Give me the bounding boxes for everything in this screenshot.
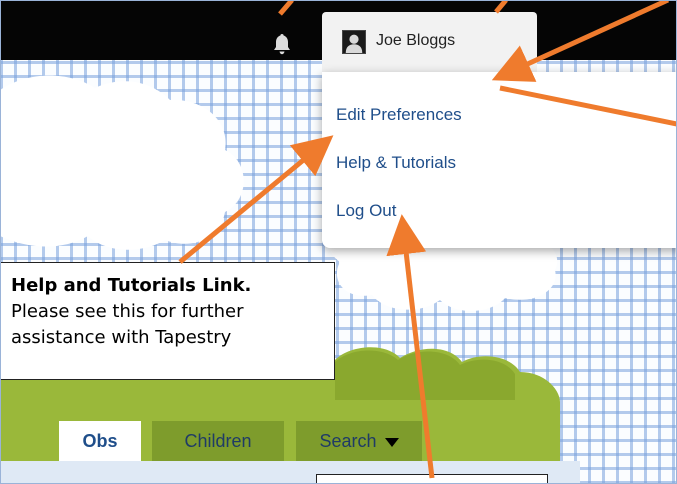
green-bush-dark — [335, 350, 515, 400]
tab-search-label: Search — [319, 431, 377, 451]
tab-search[interactable]: Search — [296, 421, 422, 461]
help-tutorials-link[interactable]: Help & Tutorials — [336, 152, 456, 174]
screenshot-stage: Joe Bloggs Edit Preferences Help & Tutor… — [0, 0, 677, 484]
help-callout-box: Help and Tutorials Link. Please see this… — [0, 262, 335, 380]
arrow-to-help-link — [178, 135, 334, 264]
callout-body-line-1: Please see this for further — [11, 301, 244, 322]
user-name[interactable]: Joe Bloggs — [376, 30, 455, 52]
edit-preferences-link[interactable]: Edit Preferences — [336, 104, 462, 126]
log-out-link[interactable]: Log Out — [336, 200, 397, 222]
callout-title: Help and Tutorials Link. — [11, 275, 252, 296]
tab-obs[interactable]: Obs — [59, 421, 141, 461]
tab-children[interactable]: Children — [152, 421, 284, 461]
bell-icon[interactable] — [273, 33, 291, 55]
caret-down-icon — [384, 437, 399, 447]
tab-obs-label: Obs — [82, 431, 118, 451]
user-dropdown-menu: Edit Preferences Help & Tutorials Log Ou… — [322, 72, 677, 248]
callout-body-line-2: assistance with Tapestry — [11, 327, 232, 348]
cloud-left — [0, 75, 244, 250]
log-out-callout-box — [316, 474, 548, 484]
user-avatar-icon — [342, 30, 366, 54]
tab-children-label: Children — [184, 431, 252, 451]
